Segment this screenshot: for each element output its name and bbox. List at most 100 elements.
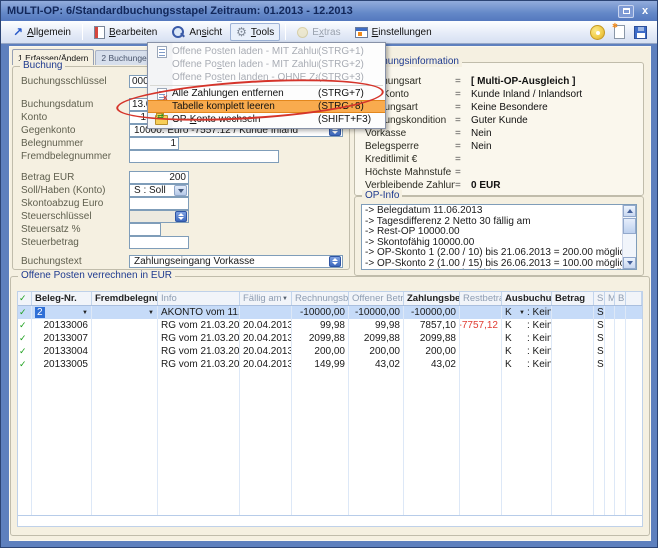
select-column-header[interactable]: ✓ bbox=[18, 292, 32, 305]
field-sollhaben: Soll/Haben (Konto) S : Soll bbox=[21, 184, 349, 197]
chevron-down-icon[interactable]: ▼ bbox=[82, 310, 88, 316]
arrow-ne-icon: ↗ bbox=[13, 26, 23, 38]
steuersatz-input[interactable] bbox=[129, 223, 161, 236]
scrollbar[interactable] bbox=[622, 205, 636, 269]
spinner-icon[interactable] bbox=[329, 256, 341, 267]
chevron-down-icon[interactable]: ▼ bbox=[517, 310, 527, 316]
menu-extras: Extras bbox=[291, 24, 346, 41]
table-empty-area bbox=[18, 371, 642, 515]
op-info-line: -> Rest-OP 10000.00 bbox=[365, 227, 620, 238]
belegnummer-input[interactable]: 1 bbox=[129, 137, 179, 150]
column-header[interactable]: Zahlungsbetrag bbox=[404, 292, 460, 305]
field-skontoabzug: Skontoabzug Euro bbox=[21, 197, 349, 210]
field-buchungstext: Buchungstext Zahlungseingang Vorkasse bbox=[21, 255, 349, 268]
column-header[interactable]: Restbetrag bbox=[460, 292, 502, 305]
scroll-down-icon[interactable] bbox=[623, 257, 636, 269]
table-row[interactable]: ✓ 20133005 RG vom 21.03.2013 20.04.2013 … bbox=[18, 358, 642, 371]
edit-icon bbox=[94, 26, 105, 39]
op-table: ✓ Beleg-Nr. Fremdbelegnummer Info Fällig… bbox=[17, 291, 643, 527]
menu-einstellungen[interactable]: Einstellungen bbox=[349, 24, 438, 41]
menubar: ↗ Allgemein Bearbeiten Ansicht ⚙ Tools E… bbox=[1, 21, 657, 44]
group-op-info: OP-Info -> Belegdatum 11.06.2013 -> Tage… bbox=[354, 196, 644, 276]
spinner-icon[interactable] bbox=[175, 211, 187, 222]
info-row: Zahlungsart=Keine Besondere bbox=[365, 101, 643, 114]
ausbuchungsart-cell[interactable]: K: Keine bbox=[502, 319, 552, 332]
fremd-cell-editing[interactable]: ▼ bbox=[92, 306, 158, 319]
scroll-up-icon[interactable] bbox=[623, 205, 636, 217]
toolbar-separator bbox=[285, 24, 286, 40]
check-icon: ✓ bbox=[19, 333, 27, 344]
window-title: MULTI-OP: 6/Standardbuchungsstapel Zeitr… bbox=[7, 5, 353, 17]
check-icon: ✓ bbox=[19, 346, 27, 357]
column-header[interactable]: Info bbox=[158, 292, 240, 305]
check-icon: ✓ bbox=[19, 320, 27, 331]
column-header[interactable]: M bbox=[605, 292, 615, 305]
table-row[interactable]: ✓ 20133006 RG vom 21.03.2013 20.04.2013 … bbox=[18, 319, 642, 332]
menu-ansicht[interactable]: Ansicht bbox=[165, 22, 228, 42]
menu-item-op-laden-mit: Offene Posten laden - MIT Zahlungsvorsch… bbox=[148, 45, 385, 58]
ausbuchungsart-cell[interactable]: K: Keine bbox=[502, 332, 552, 345]
menu-tools[interactable]: ⚙ Tools bbox=[230, 23, 280, 41]
column-header bbox=[626, 292, 642, 305]
magnifier-icon bbox=[171, 25, 185, 39]
gear-icon: ⚙ bbox=[236, 26, 247, 38]
column-header[interactable]: B bbox=[615, 292, 626, 305]
ausbuchungsart-cell[interactable]: K▼: Keine bbox=[502, 306, 552, 319]
group-title: OP-Info bbox=[362, 190, 402, 201]
post-booking-icon[interactable] bbox=[590, 25, 605, 40]
ausbuchungsart-cell[interactable]: K: Keine bbox=[502, 358, 552, 371]
skontoabzug-input[interactable] bbox=[129, 197, 189, 210]
field-fremdbelegnummer: Fremdbelegnummer bbox=[21, 150, 349, 163]
check-icon: ✓ bbox=[19, 293, 27, 304]
new-document-icon[interactable] bbox=[614, 25, 625, 39]
column-header[interactable]: Fremdbelegnummer bbox=[92, 292, 158, 305]
info-row: Verbleibende Zahlung=0 EUR bbox=[365, 179, 643, 192]
info-row: Vorkasse=Nein bbox=[365, 127, 643, 140]
op-info-line: -> Rg-Skonto 1 (2.00 / 10) bis 21.06.201… bbox=[365, 269, 620, 270]
menu-bearbeiten[interactable]: Bearbeiten bbox=[88, 23, 163, 42]
table-header: ✓ Beleg-Nr. Fremdbelegnummer Info Fällig… bbox=[18, 292, 642, 306]
info-row: Belegsperre=Nein bbox=[365, 140, 643, 153]
document-icon bbox=[157, 46, 167, 58]
table-row[interactable]: ✓ 2▼ ▼ AKONTO vom 11.06.201 -10000,00 -1… bbox=[18, 306, 642, 319]
extras-icon bbox=[297, 27, 308, 38]
table-row[interactable]: ✓ 20133004 RG vom 21.03.2013 20.04.2013 … bbox=[18, 345, 642, 358]
op-info-line: -> Belegdatum 11.06.2013 bbox=[365, 206, 620, 217]
group-title: Buchung bbox=[20, 60, 65, 71]
column-header[interactable]: S bbox=[594, 292, 605, 305]
group-title: Offene Posten verrechnen in EUR bbox=[18, 270, 175, 281]
column-header[interactable]: Betrag bbox=[552, 292, 594, 305]
table-row[interactable]: ✓ 20133007 RG vom 21.03.2013 20.04.2013 … bbox=[18, 332, 642, 345]
info-row: Zahlungskondition=Guter Kunde bbox=[365, 114, 643, 127]
scroll-thumb[interactable] bbox=[623, 218, 636, 234]
betrag-input[interactable]: 200 bbox=[129, 171, 189, 184]
column-header[interactable]: Rechnungsbetrag bbox=[292, 292, 349, 305]
restore-button[interactable] bbox=[618, 5, 634, 18]
info-row: Kreditlimit €= bbox=[365, 153, 643, 166]
steuerschluessel-combobox[interactable] bbox=[129, 210, 189, 223]
chevron-down-icon[interactable]: ▼ bbox=[148, 310, 154, 316]
check-icon: ✓ bbox=[19, 307, 27, 318]
steuerbetrag-input[interactable] bbox=[129, 236, 189, 249]
beleg-cell-editing[interactable]: 2▼ bbox=[32, 306, 92, 319]
app-window: MULTI-OP: 6/Standardbuchungsstapel Zeitr… bbox=[0, 0, 658, 548]
info-row: Höchste Mahnstufe= bbox=[365, 166, 643, 179]
sollhaben-dropdown[interactable]: S : Soll bbox=[129, 184, 189, 197]
buchungstext-combobox[interactable]: Zahlungseingang Vorkasse bbox=[129, 255, 343, 268]
column-header[interactable]: Fällig am▼ bbox=[240, 292, 292, 305]
menu-allgemein[interactable]: ↗ Allgemein bbox=[7, 23, 77, 41]
group-buchungsinformation: Buchungsinformation Buchungsart=[ Multi-… bbox=[354, 62, 644, 196]
ausbuchungsart-cell[interactable]: K: Keine bbox=[502, 345, 552, 358]
op-info-listbox[interactable]: -> Belegdatum 11.06.2013 -> Tagesdiffere… bbox=[361, 204, 637, 270]
op-info-line: -> OP-Skonto 1 (2.00 / 10) bis 21.06.201… bbox=[365, 248, 620, 259]
field-betrag: Betrag EUR 200 bbox=[21, 171, 349, 184]
group-offene-posten: Offene Posten verrechnen in EUR ✓ Beleg-… bbox=[10, 276, 650, 536]
column-header[interactable]: Beleg-Nr. bbox=[32, 292, 92, 305]
column-header[interactable]: Ausbuchungsart bbox=[502, 292, 552, 305]
close-button[interactable]: x bbox=[639, 5, 651, 17]
menu-item-op-laden-ohne-skonto: Offene Posten laden - MIT Zahlungsvorsch… bbox=[148, 58, 385, 71]
save-icon[interactable] bbox=[634, 26, 647, 39]
chevron-down-icon[interactable] bbox=[174, 185, 187, 196]
column-header[interactable]: Offener Betrag bbox=[349, 292, 404, 305]
fremdbelegnummer-input[interactable] bbox=[129, 150, 279, 163]
